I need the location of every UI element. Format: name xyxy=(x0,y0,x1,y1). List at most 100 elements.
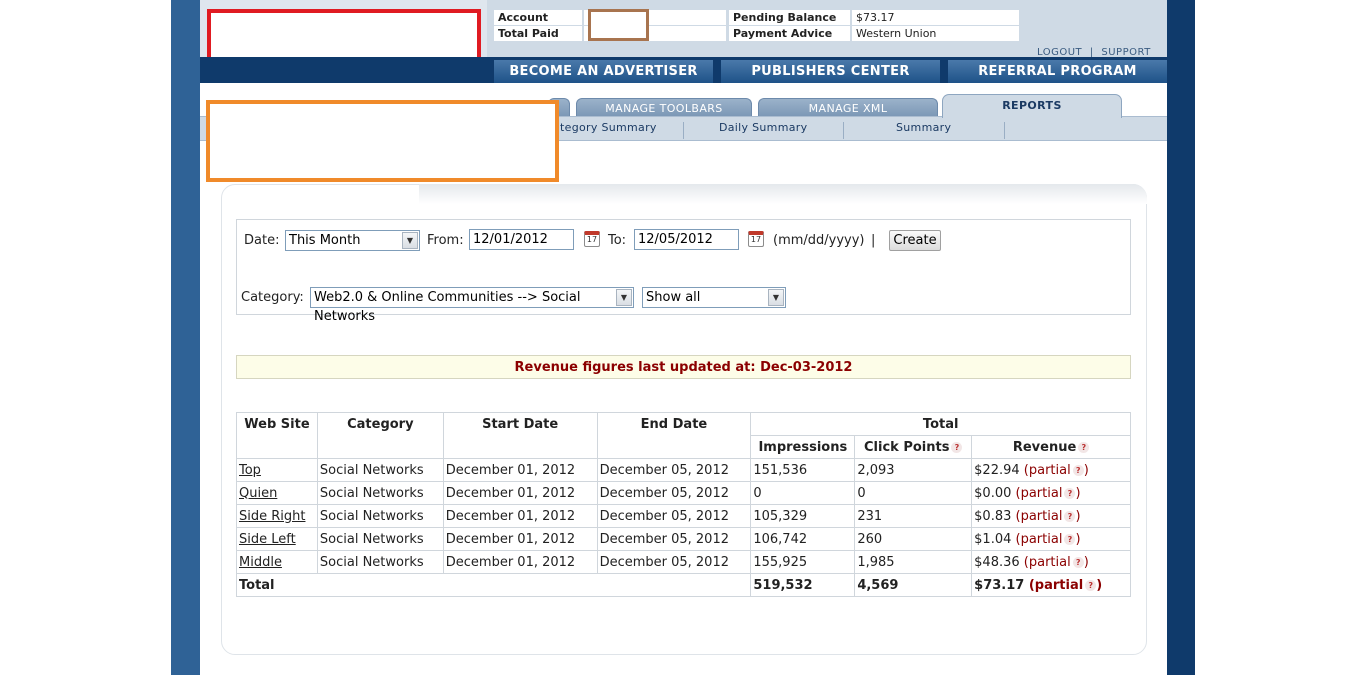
col-category: Category xyxy=(316,412,444,459)
cell-end-date: December 05, 2012 xyxy=(596,550,752,574)
calendar-icon[interactable]: 17 xyxy=(748,231,764,247)
site-link[interactable]: Side Right xyxy=(239,509,305,524)
help-icon[interactable]: ? xyxy=(1064,533,1076,545)
help-icon[interactable]: ? xyxy=(951,441,963,453)
partial-label: (partial xyxy=(1023,554,1071,570)
tab-manage-toolbars[interactable]: MANAGE TOOLBARS xyxy=(576,98,752,116)
cell-category: Social Networks xyxy=(316,504,444,528)
cell-start-date: December 01, 2012 xyxy=(442,458,598,482)
subnav-category-summary[interactable]: ategory Summary xyxy=(553,121,657,134)
col-revenue-label: Revenue xyxy=(1012,439,1077,455)
total-clicks: 4,569 xyxy=(854,573,973,597)
cell-category: Social Networks xyxy=(316,481,444,505)
revenue-value: $0.00 xyxy=(974,485,1012,501)
cell-start-date: December 01, 2012 xyxy=(442,481,598,505)
cell-site: Quien xyxy=(236,481,318,505)
create-button[interactable]: Create xyxy=(889,230,941,251)
cell-impressions: 155,925 xyxy=(750,550,856,574)
date-range-select[interactable]: This Month ▼ xyxy=(285,230,420,251)
cell-end-date: December 05, 2012 xyxy=(596,481,752,505)
calendar-icon[interactable]: 17 xyxy=(584,231,600,247)
tab-reports[interactable]: REPORTS xyxy=(942,94,1122,118)
total-row: Total 519,532 4,569 $73.17 (partial?) xyxy=(235,573,1131,597)
col-revenue: Revenue? xyxy=(971,435,1131,459)
site-link[interactable]: Quien xyxy=(239,486,277,501)
report-body: Top Social Networks December 01, 2012 De… xyxy=(235,458,1131,597)
cell-site: Side Left xyxy=(236,527,318,551)
cell-revenue: $1.04 (partial?) xyxy=(971,527,1131,551)
total-paid-label: Total Paid xyxy=(494,26,582,41)
help-icon[interactable]: ? xyxy=(1064,510,1076,522)
payment-advice-label: Payment Advice xyxy=(729,26,850,41)
help-icon[interactable]: ? xyxy=(1072,464,1084,476)
to-date-input[interactable]: 12/05/2012 xyxy=(634,229,739,250)
partial-label: (partial xyxy=(1015,508,1063,524)
category-select[interactable]: Web2.0 & Online Communities --> Social N… xyxy=(310,287,634,324)
payment-advice-value: Western Union xyxy=(852,26,1019,41)
chevron-down-icon: ▼ xyxy=(402,232,418,249)
chevron-down-icon: ▼ xyxy=(616,289,632,306)
date-format-hint: (mm/dd/yyyy) xyxy=(773,233,865,248)
cell-site: Top xyxy=(236,458,318,482)
cell-start-date: December 01, 2012 xyxy=(442,527,598,551)
cell-start-date: December 01, 2012 xyxy=(442,550,598,574)
subnav-divider xyxy=(683,122,684,139)
cell-end-date: December 05, 2012 xyxy=(596,458,752,482)
cell-impressions: 0 xyxy=(750,481,856,505)
cell-category: Social Networks xyxy=(316,527,444,551)
from-date-input[interactable]: 12/01/2012 xyxy=(469,229,574,250)
subnav-divider xyxy=(843,122,844,139)
subnav-daily-summary[interactable]: Daily Summary xyxy=(719,121,807,134)
cell-clicks: 2,093 xyxy=(854,458,973,482)
total-partial-close: ) xyxy=(1096,577,1103,593)
cell-clicks: 260 xyxy=(854,527,973,551)
total-revenue-value: $73.17 xyxy=(974,577,1025,593)
pending-balance-label: Pending Balance xyxy=(729,10,850,25)
col-click-points: Click Points? xyxy=(854,435,973,459)
cell-impressions: 151,536 xyxy=(750,458,856,482)
cell-revenue: $0.00 (partial?) xyxy=(971,481,1131,505)
total-revenue: $73.17 (partial?) xyxy=(971,573,1131,597)
partial-label: (partial xyxy=(1015,531,1063,547)
referral-program-button[interactable]: REFERRAL PROGRAM xyxy=(948,60,1167,83)
total-label: Total xyxy=(235,573,752,597)
partial-close: ) xyxy=(1075,531,1081,547)
total-impressions: 519,532 xyxy=(750,573,856,597)
subnav-divider xyxy=(1004,122,1005,139)
revenue-value: $22.94 xyxy=(974,462,1020,478)
publishers-center-button[interactable]: PUBLISHERS CENTER xyxy=(721,60,940,83)
date-label: Date: xyxy=(244,233,280,248)
col-end-date: End Date xyxy=(596,412,752,459)
site-link[interactable]: Side Left xyxy=(239,532,296,547)
partial-label: (partial xyxy=(1015,485,1063,501)
revenue-update-notice: Revenue figures last updated at: Dec-03-… xyxy=(236,355,1131,379)
to-label: To: xyxy=(608,233,627,248)
pending-balance-value: $73.17 xyxy=(852,10,1019,25)
cell-impressions: 106,742 xyxy=(750,527,856,551)
help-icon[interactable]: ? xyxy=(1072,556,1084,568)
subnav-summary[interactable]: Summary xyxy=(896,121,951,134)
partial-close: ) xyxy=(1075,485,1081,501)
help-icon[interactable]: ? xyxy=(1078,441,1090,453)
date-range-value: This Month xyxy=(289,233,361,248)
site-link[interactable]: Middle xyxy=(239,555,282,570)
category-label: Category: xyxy=(241,290,304,305)
account-redacted xyxy=(588,9,649,41)
chevron-down-icon: ▼ xyxy=(768,289,784,306)
account-label: Account xyxy=(494,10,582,25)
table-row: Side Right Social Networks December 01, … xyxy=(236,504,1131,528)
help-icon[interactable]: ? xyxy=(1085,579,1097,591)
table-row: Top Social Networks December 01, 2012 De… xyxy=(236,458,1131,482)
become-advertiser-button[interactable]: BECOME AN ADVERTISER xyxy=(494,60,713,83)
site-link[interactable]: Top xyxy=(239,463,261,478)
cell-category: Social Networks xyxy=(316,550,444,574)
show-value: Show all xyxy=(646,290,701,305)
tab-manage-xml[interactable]: MANAGE XML xyxy=(758,98,938,116)
help-icon[interactable]: ? xyxy=(1064,487,1076,499)
col-web-site: Web Site xyxy=(236,412,318,459)
from-label: From: xyxy=(427,233,464,248)
cell-clicks: 0 xyxy=(854,481,973,505)
table-row: Quien Social Networks December 01, 2012 … xyxy=(236,481,1131,505)
show-select[interactable]: Show all ▼ xyxy=(642,287,786,308)
right-side-bar xyxy=(1167,0,1195,675)
